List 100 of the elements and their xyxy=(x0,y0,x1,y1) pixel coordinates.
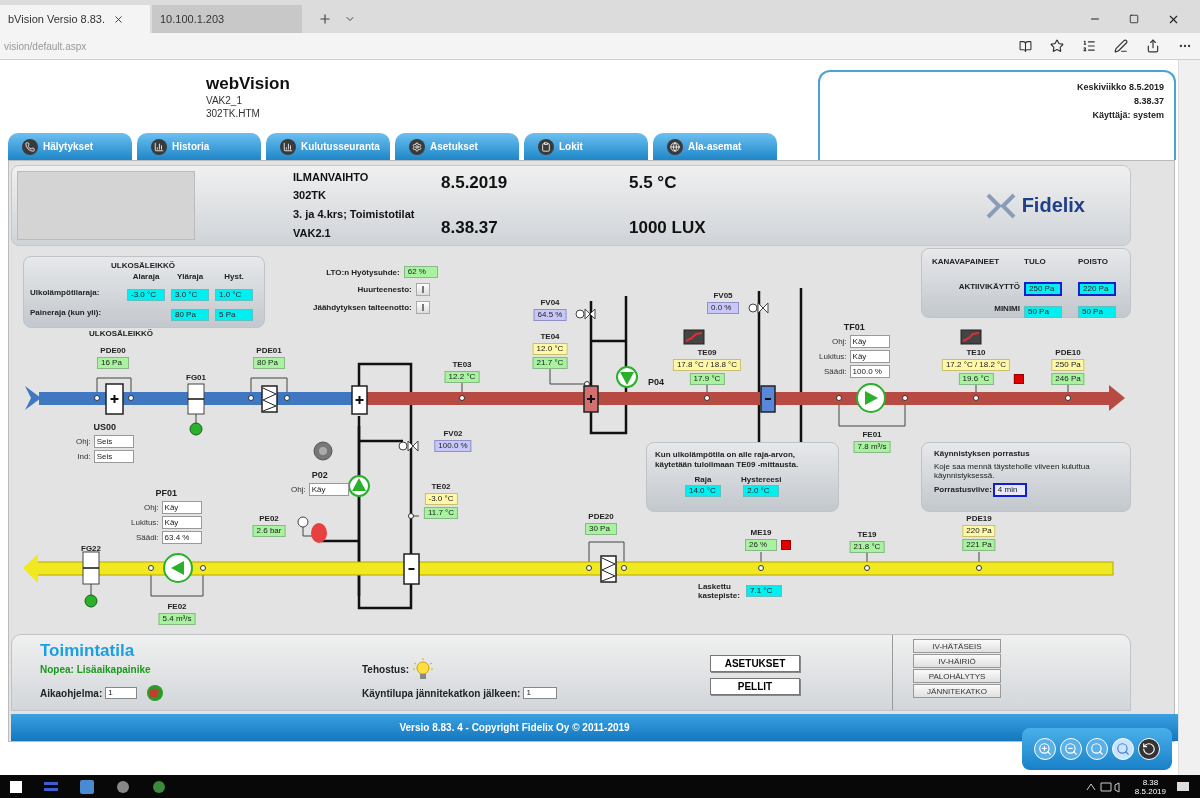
control-field[interactable]: Käy xyxy=(308,483,349,497)
field-label: Säädi: xyxy=(823,367,847,377)
zoom-in-button[interactable] xyxy=(1034,738,1056,760)
sensor-dot xyxy=(408,513,414,520)
zoom-fit-button[interactable] xyxy=(1086,738,1108,760)
dewpoint-label: Laskettu kastepiste: xyxy=(698,582,741,601)
sensor-dot xyxy=(200,565,206,572)
value-display: 50 Pa xyxy=(1078,306,1116,319)
star-icon[interactable] xyxy=(1050,39,1064,53)
control-field[interactable]: Käy xyxy=(849,335,890,349)
sensor-dot xyxy=(976,565,982,572)
control-field[interactable]: Käy xyxy=(849,350,890,364)
control-field[interactable]: 100.0 % xyxy=(849,365,890,379)
zoom-out-button[interactable] xyxy=(1060,738,1082,760)
control-field[interactable]: 63.4 % xyxy=(161,531,202,545)
fan-icon xyxy=(856,383,886,414)
pump-icon xyxy=(348,475,370,498)
book-icon[interactable] xyxy=(1019,39,1032,53)
browser-tab[interactable]: 10.100.1.203 xyxy=(152,5,302,33)
app-icon[interactable] xyxy=(116,779,130,794)
value-display: 64.5 % xyxy=(533,309,567,322)
alarm-button[interactable]: IV-HÄIRIÖ xyxy=(913,654,1001,669)
column-heading: Yläraja xyxy=(176,272,204,282)
valve-icon xyxy=(398,440,419,452)
value-display: -3.0 °C xyxy=(424,493,458,506)
info-text: 3. ja 4.krs; Toimistotilat xyxy=(293,207,416,222)
delay-field[interactable]: 4 min xyxy=(992,483,1027,498)
schedule-field[interactable]: 1 xyxy=(105,687,138,700)
tag-label: TF01 xyxy=(843,322,865,334)
row-label: AKTIIVIKÄYTTÖ xyxy=(958,281,1020,292)
trend-icon[interactable] xyxy=(960,329,982,345)
close-icon[interactable] xyxy=(113,13,125,25)
tag-label: P02 xyxy=(311,470,328,482)
damper-icon xyxy=(187,383,205,415)
zoom-in-icon xyxy=(1038,742,1052,756)
toggle-button[interactable] xyxy=(415,283,430,297)
share-icon[interactable] xyxy=(1146,39,1160,53)
tag-label: TE19 xyxy=(857,530,877,540)
sensor-dot xyxy=(902,395,908,402)
sensor-dot xyxy=(94,395,100,402)
alarm-button[interactable]: PALOHÄLYTYS xyxy=(913,669,1001,684)
pump-icon xyxy=(616,366,638,389)
field-label: Lukitus: xyxy=(819,352,847,362)
alarm-button[interactable]: JÄNNITEKATKO xyxy=(913,684,1001,699)
app-icon[interactable] xyxy=(152,779,166,794)
motor-icon xyxy=(84,583,98,608)
reset-button[interactable] xyxy=(1138,738,1160,760)
alarm-button[interactable]: IV-HÄTÄSEIS xyxy=(913,639,1001,654)
heating-coil-icon xyxy=(583,385,599,413)
date-text: 8.5.2019 xyxy=(1134,786,1166,796)
value-display: 17.2 °C / 18.2 °C xyxy=(941,359,1011,372)
info-text: VAK2.1 xyxy=(293,227,332,240)
tag-label: TE10 xyxy=(966,348,986,358)
maximize-icon[interactable] xyxy=(1129,14,1139,24)
time-text: 8.38.37 xyxy=(441,217,499,240)
tag-label: PF01 xyxy=(155,488,178,500)
row-label: Ulkolämpötilaraja: xyxy=(30,287,100,297)
toggle-label: Jäähdytyksen talteenotto: xyxy=(313,303,412,313)
control-field[interactable]: Seis xyxy=(93,435,134,449)
app-icon[interactable] xyxy=(80,779,94,794)
field-label: Ind: xyxy=(77,452,91,462)
app-title: webVision xyxy=(206,74,291,94)
sensor-dot xyxy=(148,565,154,572)
value-display: 250 Pa xyxy=(1051,359,1085,372)
zoom-out-icon xyxy=(1064,742,1078,756)
date-text: 8.5.2019 xyxy=(441,172,509,194)
date-text: Keskiviikko 8.5.2019 xyxy=(1076,81,1164,94)
sensor-dot xyxy=(704,395,710,402)
restart-field[interactable]: 1 xyxy=(523,687,558,700)
notification-icon[interactable] xyxy=(1176,779,1190,794)
control-field[interactable]: Käy xyxy=(161,516,202,530)
value-display: 7.1 °C xyxy=(746,585,782,598)
lightbulb-icon[interactable] xyxy=(412,657,435,682)
clock[interactable]: 8.38 8.5.2019 xyxy=(1134,777,1166,796)
value-display: 19.6 °C xyxy=(958,373,994,386)
sensor-dot xyxy=(248,395,254,402)
browser-tab[interactable]: bVision Versio 8.83. xyxy=(0,5,150,33)
globe-icon[interactable] xyxy=(146,684,165,703)
control-field[interactable]: Seis xyxy=(93,450,134,464)
toggle-button[interactable] xyxy=(415,301,430,315)
list-icon[interactable] xyxy=(1082,39,1096,53)
trend-icon[interactable] xyxy=(683,329,705,345)
value-display: 100.0 % xyxy=(434,440,472,453)
field-label: Lukitus: xyxy=(131,518,159,528)
control-field[interactable]: Käy xyxy=(161,501,202,515)
mode-title: Toimintatila xyxy=(40,641,135,662)
task-view-icon[interactable] xyxy=(44,781,58,792)
command-button[interactable]: ASETUKSET xyxy=(710,655,800,673)
new-tab-icon[interactable] xyxy=(318,12,332,26)
pen-icon[interactable] xyxy=(1114,39,1128,53)
value-display: 21.8 °C xyxy=(849,541,885,554)
sensor-dot xyxy=(586,565,592,572)
column-heading: Hyst. xyxy=(224,272,244,282)
globe-icon xyxy=(667,138,683,155)
efficiency-label: LTO:n Hyötysuhde: xyxy=(326,267,400,277)
tag-label: PDE01 xyxy=(256,346,282,356)
header-line: VAK2_1 xyxy=(206,94,243,107)
command-button[interactable]: PELLIT xyxy=(710,678,800,696)
start-icon[interactable] xyxy=(10,780,22,793)
scrollbar[interactable] xyxy=(1178,60,1200,775)
